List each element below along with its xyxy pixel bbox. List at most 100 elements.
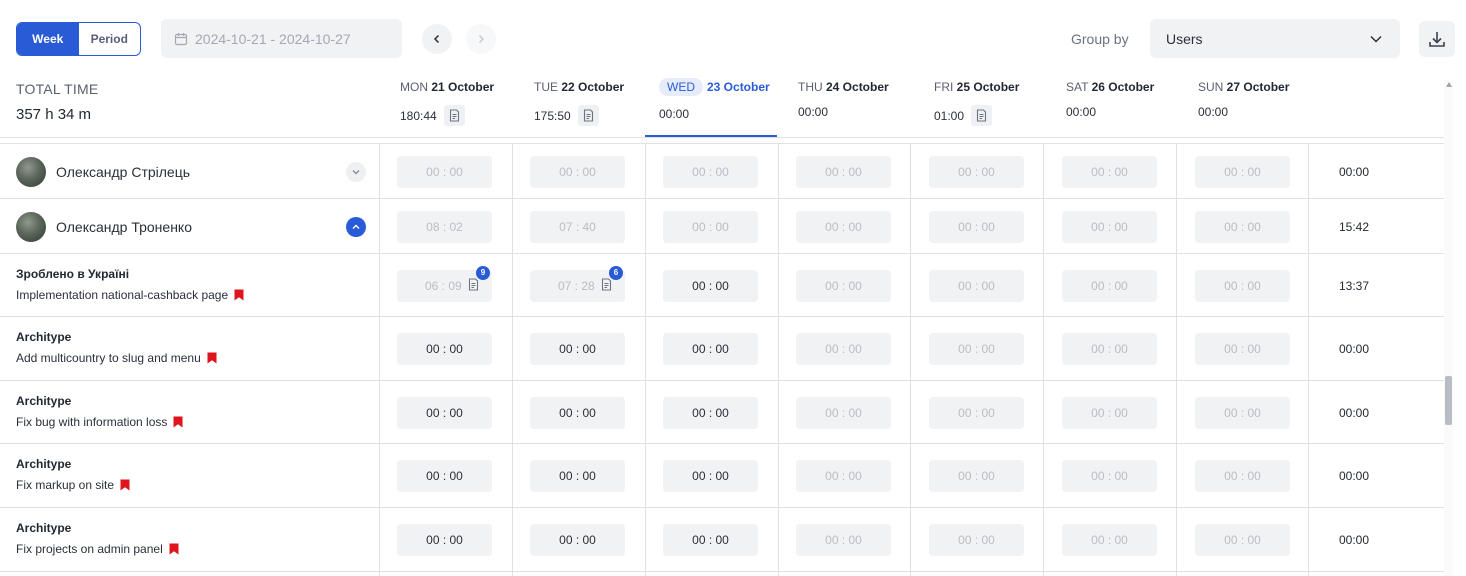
project-name: Architype bbox=[16, 394, 72, 408]
time-entry-input[interactable]: 00 : 00 bbox=[929, 210, 1024, 243]
time-entry-input[interactable]: 00 : 00 bbox=[663, 460, 758, 492]
date-range-picker[interactable]: 2024-10-21 - 2024-10-27 bbox=[161, 19, 402, 58]
scrollbar-thumb[interactable] bbox=[1445, 376, 1452, 425]
bookmark-flag-icon bbox=[234, 289, 244, 301]
time-entry-value: 00 : 00 bbox=[825, 469, 862, 483]
time-entry-value: 00 : 00 bbox=[1224, 405, 1261, 420]
time-entry-value: 00 : 00 bbox=[958, 219, 995, 234]
time-entry-input[interactable]: 00 : 00 bbox=[929, 460, 1024, 492]
note-icon bbox=[468, 277, 479, 291]
time-entry-value: 00 : 00 bbox=[559, 405, 596, 420]
time-entry-input[interactable]: 00 : 00 bbox=[663, 210, 758, 243]
time-entry-input[interactable]: 00 : 00 bbox=[1062, 524, 1157, 556]
time-entry-input[interactable]: 00 : 00 bbox=[397, 333, 492, 365]
time-entry-input[interactable]: 00 : 00 bbox=[663, 155, 758, 188]
time-entry-input[interactable]: 00 : 00 bbox=[929, 396, 1024, 429]
time-entry-input[interactable]: 00 : 00 bbox=[929, 155, 1024, 188]
week-button[interactable]: Week bbox=[17, 23, 79, 55]
time-entry-input[interactable]: 00 : 00 bbox=[530, 460, 625, 492]
time-entry-input[interactable]: 00 : 00 bbox=[530, 155, 625, 188]
time-entry-input[interactable]: 00 : 00 bbox=[397, 524, 492, 556]
time-entry-input[interactable]: 00 : 00 bbox=[929, 269, 1024, 302]
time-entry-input[interactable]: 00 : 00 bbox=[796, 333, 891, 365]
document-icon bbox=[976, 109, 987, 122]
task-name[interactable]: Add multicountry to slug and menu bbox=[16, 351, 217, 365]
time-entry-input[interactable]: 00 : 00 bbox=[397, 396, 492, 429]
time-entry-input[interactable]: 00 : 00 bbox=[663, 524, 758, 556]
time-entry-input[interactable]: 00 : 00 bbox=[1195, 396, 1290, 429]
row-total: 15:42 bbox=[1339, 219, 1370, 234]
time-entry-input[interactable]: 00 : 00 bbox=[530, 524, 625, 556]
time-entry-input[interactable]: 00 : 00 bbox=[397, 155, 492, 188]
note-count-badge: 6 bbox=[609, 265, 623, 280]
day-report-button[interactable] bbox=[971, 105, 993, 126]
day-title: SAT 26 October bbox=[1066, 80, 1154, 94]
day-total-time: 00:00 bbox=[798, 105, 828, 119]
time-entry-input[interactable]: 00 : 00 bbox=[1195, 269, 1290, 302]
day-title: THU 24 October bbox=[798, 80, 889, 94]
time-entry-input[interactable]: 00 : 00 bbox=[530, 333, 625, 365]
group-by-select[interactable]: Users bbox=[1150, 19, 1400, 58]
scrollbar-track[interactable] bbox=[1444, 80, 1453, 576]
time-entry-input[interactable]: 00 : 00 bbox=[796, 460, 891, 492]
bookmark-flag-icon bbox=[120, 479, 130, 491]
time-entry-input[interactable]: 00 : 00 bbox=[796, 524, 891, 556]
time-entry-input[interactable]: 00 : 00 bbox=[796, 155, 891, 188]
time-entry-input[interactable]: 07 : 40 bbox=[530, 210, 625, 243]
time-entry-input[interactable]: 00 : 00 bbox=[796, 269, 891, 302]
time-entry-value: 00 : 00 bbox=[1091, 342, 1128, 356]
day-title: TUE 22 October bbox=[534, 80, 624, 94]
time-entry-input[interactable]: 00 : 00 bbox=[397, 460, 492, 492]
chevron-right-icon bbox=[478, 34, 485, 44]
time-entry-input[interactable]: 00 : 00 bbox=[663, 269, 758, 302]
collapse-button[interactable] bbox=[346, 216, 366, 237]
task-name[interactable]: Fix projects on admin panel bbox=[16, 542, 179, 556]
note-count-badge: 9 bbox=[476, 265, 490, 280]
download-button[interactable] bbox=[1419, 21, 1455, 57]
group-by-value: Users bbox=[1166, 30, 1203, 47]
period-button[interactable]: Period bbox=[79, 23, 141, 55]
day-report-button[interactable] bbox=[443, 105, 465, 126]
time-entry-input[interactable]: 00 : 00 bbox=[929, 333, 1024, 365]
time-entry-value: 00 : 00 bbox=[958, 405, 995, 420]
calendar-icon bbox=[174, 32, 188, 45]
task-title: Fix bug with information loss bbox=[16, 415, 168, 429]
time-entry-value: 00 : 00 bbox=[1224, 469, 1261, 483]
task-name[interactable]: Fix markup on site bbox=[16, 478, 130, 492]
time-entry-input[interactable]: 00 : 00 bbox=[1195, 155, 1290, 188]
task-name[interactable]: Fix bug with information loss bbox=[16, 415, 183, 429]
time-entry-input[interactable]: 07 : 28 6 bbox=[530, 265, 625, 302]
day-report-button[interactable] bbox=[577, 105, 599, 126]
time-entry-value: 00 : 00 bbox=[1224, 164, 1261, 179]
task-name[interactable]: Implementation national-cashback page bbox=[16, 288, 244, 302]
time-entry-input[interactable]: 00 : 00 bbox=[1062, 155, 1157, 188]
user-name: Олександр Троненко bbox=[56, 218, 192, 235]
time-entry-input[interactable]: 00 : 00 bbox=[1195, 460, 1290, 492]
time-entry-input[interactable]: 06 : 09 9 bbox=[397, 265, 492, 302]
time-entry-input[interactable]: 00 : 00 bbox=[796, 396, 891, 429]
time-entry-input[interactable]: 00 : 00 bbox=[1062, 269, 1157, 302]
time-entry-input[interactable]: 00 : 00 bbox=[1195, 333, 1290, 365]
time-entry-input[interactable]: 00 : 00 bbox=[530, 396, 625, 429]
scroll-up-arrow-icon[interactable] bbox=[1446, 82, 1452, 87]
time-entry-value: 00 : 00 bbox=[1091, 278, 1128, 293]
time-entry-input[interactable]: 00 : 00 bbox=[663, 333, 758, 365]
prev-week-button[interactable] bbox=[422, 24, 452, 54]
time-entry-input[interactable]: 00 : 00 bbox=[1062, 333, 1157, 365]
time-entry-input[interactable]: 00 : 00 bbox=[1062, 210, 1157, 243]
time-entry-value: 00 : 00 bbox=[825, 278, 862, 293]
expand-button[interactable] bbox=[346, 161, 366, 182]
day-total-value: 00:00 bbox=[1198, 105, 1229, 119]
time-entry-value: 00 : 00 bbox=[1224, 278, 1261, 293]
time-entry-value: 00 : 00 bbox=[559, 533, 596, 547]
next-week-button[interactable] bbox=[466, 24, 496, 54]
time-entry-input[interactable]: 08 : 02 bbox=[397, 210, 492, 243]
time-entry-input[interactable]: 00 : 00 bbox=[1062, 396, 1157, 429]
time-entry-input[interactable]: 00 : 00 bbox=[929, 524, 1024, 556]
time-entry-input[interactable]: 00 : 00 bbox=[796, 210, 891, 243]
time-entry-input[interactable]: 00 : 00 bbox=[663, 396, 758, 429]
time-entry-input[interactable]: 00 : 00 bbox=[1195, 524, 1290, 556]
time-entry-input[interactable]: 00 : 00 bbox=[1195, 210, 1290, 243]
time-entry-value: 00 : 00 bbox=[958, 342, 995, 356]
time-entry-input[interactable]: 00 : 00 bbox=[1062, 460, 1157, 492]
